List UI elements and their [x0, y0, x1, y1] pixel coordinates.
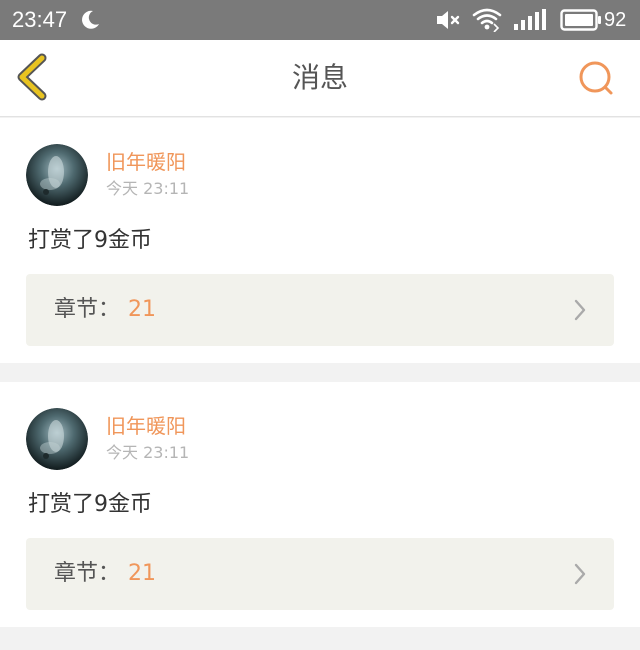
- avatar[interactable]: [26, 144, 88, 206]
- chapter-number: 21: [128, 561, 156, 586]
- message-text: 打赏了9金币: [28, 492, 152, 517]
- avatar[interactable]: [26, 408, 88, 470]
- battery-icon: [560, 9, 601, 31]
- moon-icon: [82, 10, 99, 29]
- message-card: 旧年暖阳 今天 23:11 打赏了9金币 章节： 21: [0, 118, 640, 363]
- search-icon[interactable]: [574, 56, 618, 100]
- chapter-label: 章节：: [54, 297, 121, 322]
- chapter-link[interactable]: 章节： 21: [26, 538, 614, 610]
- sender-name[interactable]: 旧年暖阳: [106, 412, 186, 440]
- battery-level: 92: [604, 9, 627, 31]
- chevron-right-icon: [574, 563, 586, 585]
- status-time: 23:47: [12, 7, 68, 32]
- page-title: 消息: [291, 61, 348, 94]
- mute-icon: [437, 11, 460, 29]
- message-time: 今天 23:11: [106, 179, 190, 198]
- status-bar: 23:47 92: [0, 0, 640, 40]
- sender-name[interactable]: 旧年暖阳: [106, 148, 186, 176]
- chevron-right-icon: [574, 299, 586, 321]
- chapter-link[interactable]: 章节： 21: [26, 274, 614, 346]
- message-time: 今天 23:11: [106, 443, 190, 462]
- chapter-label: 章节：: [54, 561, 121, 586]
- chapter-number: 21: [128, 297, 156, 322]
- message-text: 打赏了9金币: [28, 228, 152, 253]
- nav-bar: 消息: [0, 40, 640, 117]
- message-card: 旧年暖阳 今天 23:11 打赏了9金币 章节： 21: [0, 382, 640, 627]
- signal-icon: [514, 9, 546, 30]
- wifi-icon: [472, 8, 502, 32]
